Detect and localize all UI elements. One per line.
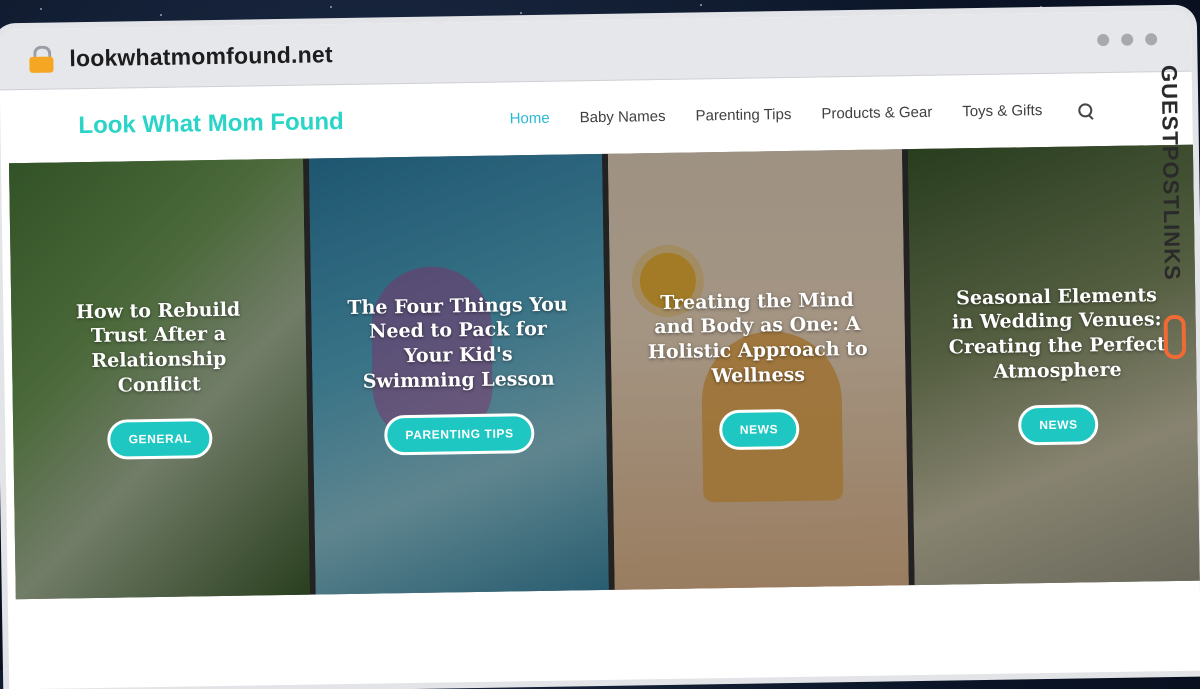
featured-posts: How to Rebuild Trust After a Relationshi… [8,144,1200,600]
post-title[interactable]: Treating the Mind and Body as One: A Hol… [610,287,905,390]
nav-item-toys-gifts[interactable]: Toys & Gifts [962,102,1042,120]
browser-window: lookwhatmomfound.net Look What Mom Found… [0,10,1200,689]
nav-item-parenting-tips[interactable]: Parenting Tips [695,106,791,125]
window-controls [1097,33,1158,47]
main-nav: Home Baby Names Parenting Tips Products … [510,101,1094,128]
search-icon[interactable] [1078,102,1094,120]
address-bar-url[interactable]: lookwhatmomfound.net [69,41,333,72]
post-card[interactable]: Seasonal Elements in Wedding Venues: Cre… [907,144,1200,586]
post-title[interactable]: The Four Things You Need to Pack for You… [311,292,606,395]
window-dot-icon[interactable] [1145,33,1158,46]
window-dot-icon[interactable] [1097,33,1110,47]
watermark-text: GUESTPOSTLINKS [1156,64,1185,281]
category-badge[interactable]: NEWS [1017,404,1099,446]
post-title[interactable]: Seasonal Elements in Wedding Venues: Cre… [910,282,1200,385]
post-card[interactable]: Treating the Mind and Body as One: A Hol… [607,149,909,590]
category-badge[interactable]: NEWS [718,409,800,451]
post-title[interactable]: How to Rebuild Trust After a Relationshi… [11,296,306,399]
nav-item-products-gear[interactable]: Products & Gear [821,104,932,123]
site-logo[interactable]: Look What Mom Found [78,108,344,140]
post-card[interactable]: How to Rebuild Trust After a Relationshi… [8,158,310,600]
lock-icon [29,45,54,73]
post-card[interactable]: The Four Things You Need to Pack for You… [308,153,609,595]
watermark: GUESTPOSTLINKS [1156,65,1191,365]
category-badge[interactable]: PARENTING TIPS [384,413,535,456]
window-dot-icon[interactable] [1121,33,1134,46]
nav-item-baby-names[interactable]: Baby Names [580,108,666,126]
chain-link-icon [1163,314,1187,360]
category-badge[interactable]: GENERAL [107,418,213,461]
nav-item-home[interactable]: Home [510,110,550,128]
